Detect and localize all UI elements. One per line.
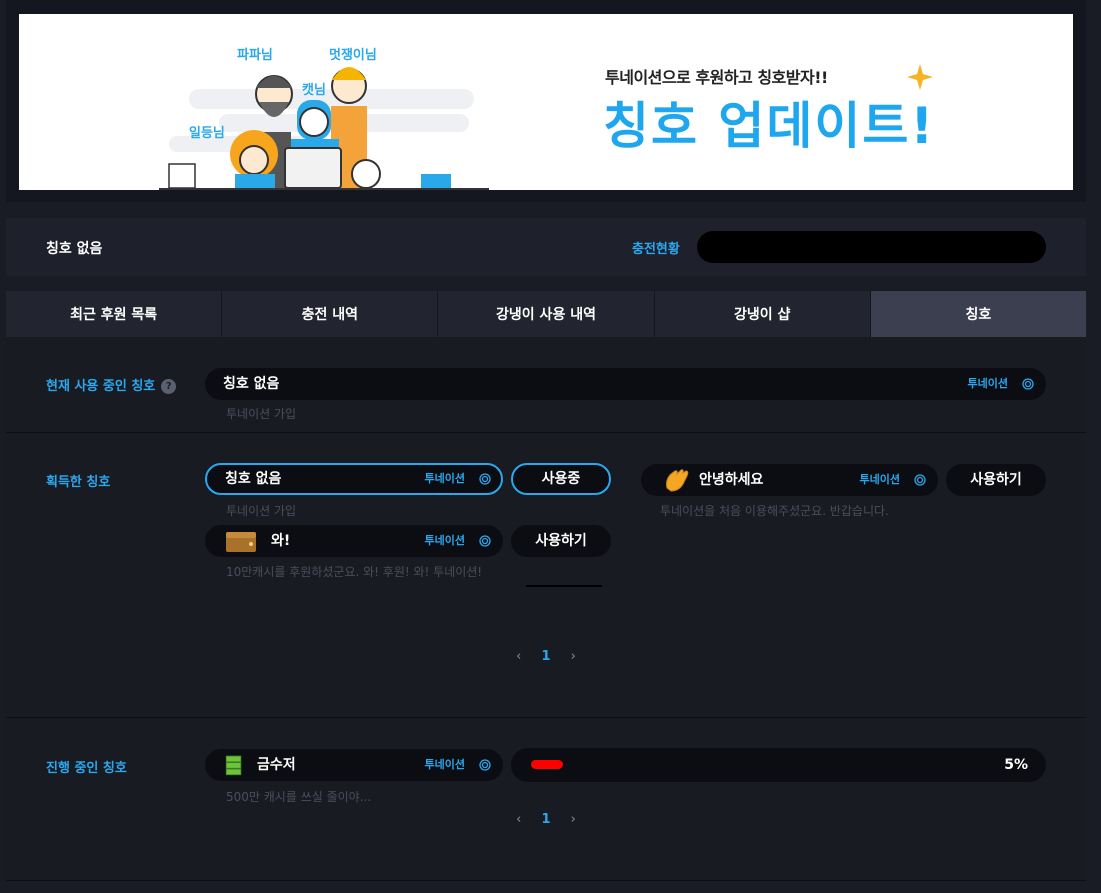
acquired-title-label: 획득한 칭호 [46,475,111,490]
progress-title-name: 금수저 [257,757,296,773]
acquired-title-name: 와! [271,533,291,549]
current-title-name: 칭호 없음 [223,376,280,392]
section-divider [6,432,1086,433]
tab-titles[interactable]: 칭호 [870,291,1087,337]
fingerprint-icon [479,535,491,547]
tab-charge-history[interactable]: 충전 내역 [222,291,439,337]
in-use-button[interactable]: 사용중 [511,463,611,495]
help-icon[interactable]: ? [161,379,177,394]
acquired-title-tag: 투네이션 [424,534,465,547]
use-button[interactable]: 사용하기 [511,525,611,557]
current-title-pill: 칭호 없음 투네이션 [205,368,1046,400]
progress-title-label: 진행 중인 칭호 [46,761,127,776]
status-bar: 칭호 없음 충전현황 [6,218,1086,276]
progress-title-pill: 금수저 투네이션 [205,749,503,781]
pager-next-button[interactable]: › [571,812,576,827]
current-title-tag: 투네이션 [967,377,1008,390]
tab-bar: 최근 후원 목록 충전 내역 강냉이 사용 내역 강냉이 샵 칭호 [6,291,1087,337]
progress-bar-fill [531,760,563,769]
illus-name-cat: 캣님 [302,83,326,98]
progress-percent: 5% [1004,757,1028,773]
acquired-title-tag: 투네이션 [424,472,465,485]
illus-name-ildeung: 일등님 [189,126,225,141]
current-title-desc: 투네이션 가입 [226,407,297,421]
current-title-label: 현재 사용 중인 칭호 [46,379,156,394]
money-stack-icon [225,755,242,776]
fingerprint-icon [914,474,926,486]
pager-page-1[interactable]: 1 [541,812,550,827]
progress-pager: ‹ 1 › [6,812,1086,827]
current-title-section-label: 현재 사용 중인 칭호? [46,375,177,394]
people-illustration: 파파님 멋쟁이님 캣님 일등님 [159,14,489,190]
acquired-pager: ‹ 1 › [6,649,1086,664]
pager-prev-button[interactable]: ‹ [516,649,521,664]
charge-status-label: 충전현황 [632,242,680,257]
acquired-title-desc: 투네이션 가입 [226,504,297,518]
waving-hand-icon [666,469,689,492]
tab-popcorn-shop[interactable]: 강냉이 샵 [654,291,871,337]
divider-line [526,585,602,587]
acquired-title-desc: 10만캐시를 후원하셨군요. 와! 후원! 와! 투네이션! [226,565,483,579]
titles-panel: 현재 사용 중인 칭호? 칭호 없음 투네이션 투네이션 가입 획득한 칭호 칭… [6,337,1086,882]
progress-title-desc: 500만 캐시를 쓰실 줄이야... [226,790,372,804]
tab-recent-donations[interactable]: 최근 후원 목록 [6,291,223,337]
sparkle-icon [907,64,933,90]
acquired-title-pill-1[interactable]: 칭호 없음 투네이션 [205,463,503,495]
current-title-text: 칭호 없음 [46,241,103,257]
progress-bar: 5% [511,748,1046,782]
acquired-title-name: 안녕하세요 [699,472,764,488]
pager-page-1[interactable]: 1 [541,649,550,664]
banner-subtitle: 투네이션으로 후원하고 칭호받자!! [605,68,828,87]
illus-name-papa: 파파님 [237,48,273,63]
acquired-title-pill-2[interactable]: 안녕하세요 투네이션 [641,464,938,496]
fingerprint-icon [1022,378,1034,390]
banner-section: 파파님 멋쟁이님 캣님 일등님 투네이션으로 후원하고 칭호받자!! 칭호 업데… [6,0,1086,202]
pager-prev-button[interactable]: ‹ [516,812,521,827]
acquired-title-tag: 투네이션 [859,473,900,486]
fingerprint-icon [479,759,491,771]
section-divider [6,717,1086,718]
title-update-banner[interactable]: 파파님 멋쟁이님 캣님 일등님 투네이션으로 후원하고 칭호받자!! 칭호 업데… [19,14,1073,190]
banner-title: 칭호 업데이트! [603,97,936,155]
use-button[interactable]: 사용하기 [946,464,1046,496]
wallet-icon [226,532,256,552]
fingerprint-icon [479,473,491,485]
charge-status-box [697,231,1046,263]
acquired-title-pill-3[interactable]: 와! 투네이션 [205,525,503,557]
pager-next-button[interactable]: › [571,649,576,664]
acquired-title-desc: 투네이션을 처음 이용해주셨군요. 반갑습니다. [660,504,889,518]
progress-title-tag: 투네이션 [424,758,465,771]
section-divider [6,880,1086,881]
illus-name-meotjaengi: 멋쟁이님 [329,48,377,63]
tab-popcorn-usage[interactable]: 강냉이 사용 내역 [438,291,655,337]
acquired-title-name: 칭호 없음 [225,471,282,487]
